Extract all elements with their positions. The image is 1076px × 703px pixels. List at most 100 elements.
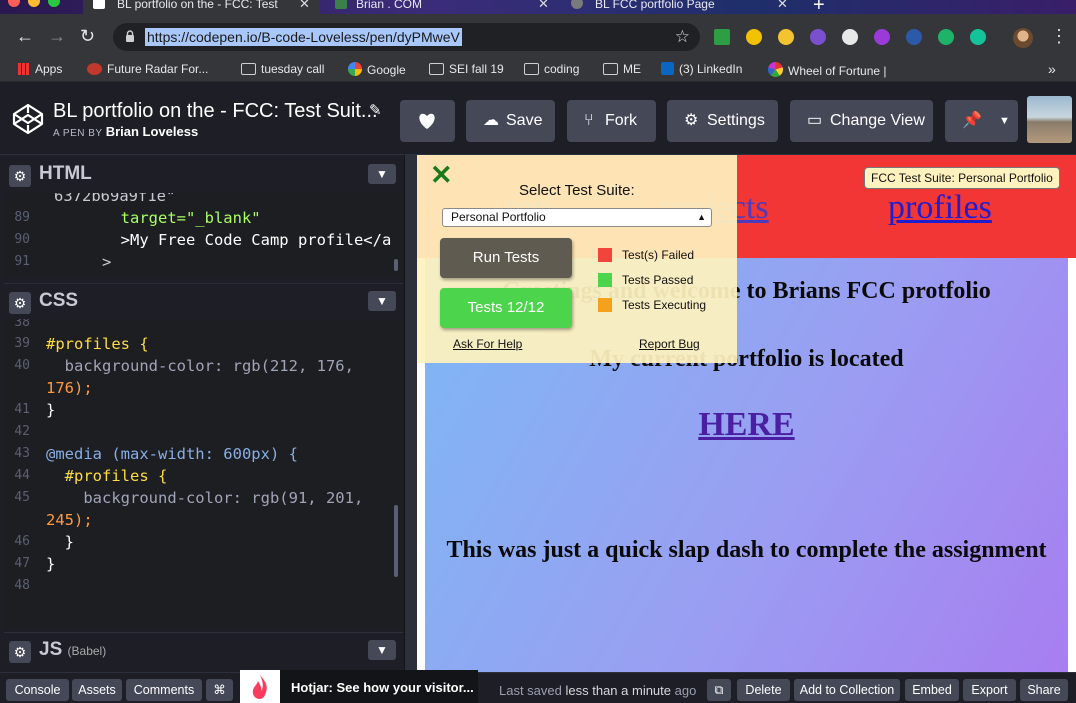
comments-button[interactable]: Comments (126, 679, 202, 701)
extension-circle-icon[interactable] (810, 29, 826, 45)
user-avatar[interactable] (1027, 96, 1072, 143)
chevron-down-icon[interactable]: ▼ (999, 100, 1010, 142)
hotjar-ad-text: Hotjar: See how your visitor... (291, 680, 474, 695)
change-view-button-label: Change View (830, 112, 925, 129)
embed-button[interactable]: Embed (905, 679, 959, 701)
profile-avatar[interactable] (1013, 28, 1033, 48)
extension-g-icon[interactable] (874, 29, 890, 45)
bookmark-tuesday-call[interactable]: tuesday call (241, 62, 324, 76)
bookmark-coding[interactable]: coding (524, 62, 579, 76)
codepen-header: BL portfolio on the - FCC: Test Suit... … (0, 83, 1076, 155)
open-external-icon[interactable]: ⧉ (707, 679, 731, 701)
fcc-test-suite-panel: ✕ Select Test Suite: Personal Portfolio … (417, 155, 737, 363)
assets-button[interactable]: Assets (72, 679, 122, 701)
css-code-editor[interactable]: 38 39 #profiles { 40 background-color: rg… (4, 319, 403, 629)
bookmark-star-icon[interactable]: ☆ (675, 27, 690, 47)
bookmark-me[interactable]: ME (603, 62, 641, 76)
html-code-editor[interactable]: 6372b69a9f1e" 89 target="_blank" 90 >My … (4, 193, 403, 277)
last-saved-status: Last saved less than a minute ago (499, 683, 697, 698)
close-tab-icon[interactable]: ✕ (538, 0, 549, 10)
screen: { "browser": { "tabs": [ {"title": "BL p… (0, 0, 1076, 703)
maximize-window-icon[interactable] (48, 0, 60, 7)
cloud-icon: ☁ (483, 112, 499, 129)
pin-menu-button[interactable]: 📌 ▼ (945, 100, 1018, 142)
forward-arrow-icon[interactable]: → (48, 26, 66, 46)
gear-icon: ⚙ (684, 112, 699, 129)
portfolio-here-link[interactable]: HERE (425, 406, 1068, 444)
extension-leaf-icon[interactable] (938, 29, 954, 45)
fork-button[interactable]: ⑂ Fork (567, 100, 656, 142)
codepen-footer: Console Assets Comments ⌘ Hotjar: See ho… (0, 670, 1076, 703)
back-arrow-icon[interactable]: ← (16, 26, 34, 46)
new-tab-plus-icon[interactable]: + (813, 0, 825, 14)
css-settings-gear-icon[interactable]: ⚙ (9, 292, 31, 314)
export-button[interactable]: Export (963, 679, 1016, 701)
preview-iframe: projects profiles top Greetings and welc… (417, 155, 1076, 672)
fork-button-label: Fork (605, 112, 637, 129)
html-scrollbar[interactable] (394, 259, 398, 271)
page-favicon-icon (335, 0, 347, 9)
more-bookmarks-chevron-icon[interactable]: » (1048, 62, 1056, 76)
save-button[interactable]: ☁ Save (466, 100, 555, 142)
css-scrollbar[interactable] (394, 505, 398, 577)
editor-resize-handle[interactable] (404, 155, 417, 672)
add-to-collection-button[interactable]: Add to Collection (794, 679, 900, 701)
google-icon (348, 62, 362, 76)
keyboard-shortcuts-button[interactable]: ⌘ (206, 679, 233, 701)
bookmark-apps[interactable]: Apps (18, 62, 62, 76)
edit-title-pencil-icon[interactable]: ✎ (369, 101, 382, 119)
nav-link-profiles[interactable]: profiles (888, 189, 992, 227)
browser-tab[interactable]: Brian . COM ✕ (325, 0, 557, 14)
pin-icon: 📌 (962, 112, 982, 129)
console-button[interactable]: Console (6, 679, 69, 701)
extension-brackets-icon[interactable] (842, 29, 858, 45)
tests-result-button[interactable]: Tests 12/12 (440, 288, 572, 328)
close-test-suite-icon[interactable]: ✕ (430, 160, 453, 190)
browser-tab-active[interactable]: BL portfolio on the - FCC: Test ✕ (83, 0, 320, 14)
test-suite-select[interactable]: Personal Portfolio ▲ (442, 208, 712, 227)
url-text[interactable]: https://codepen.io/B-code-Loveless/pen/d… (145, 28, 462, 46)
assignment-note: This was just a quick slap dash to compl… (446, 537, 1047, 563)
hotjar-ad[interactable]: Hotjar: See how your visitor... (240, 670, 478, 703)
extension-react-icon[interactable] (906, 29, 922, 45)
js-settings-gear-icon[interactable]: ⚙ (9, 641, 31, 663)
delete-button[interactable]: Delete (737, 679, 790, 701)
codepen-logo-icon[interactable] (12, 103, 44, 135)
js-pane-chevron-down-icon[interactable]: ▼ (368, 640, 396, 660)
pen-title[interactable]: BL portfolio on the - FCC: Test Suit... (53, 100, 378, 123)
bookmark-sei-fall-19[interactable]: SEI fall 19 (429, 62, 504, 76)
close-tab-icon[interactable]: ✕ (299, 0, 310, 10)
extension-search-icon[interactable] (746, 29, 762, 45)
report-bug-link[interactable]: Report Bug (639, 337, 700, 351)
tab-title: BL portfolio on the - FCC: Test (117, 0, 278, 11)
settings-button[interactable]: ⚙ Settings (667, 100, 778, 142)
browser-tab[interactable]: BL FCC portfolio Page ✕ (563, 0, 795, 14)
browser-menu-icon[interactable]: ⋮ (1050, 26, 1068, 47)
share-button[interactable]: Share (1020, 679, 1068, 701)
author-link[interactable]: Brian Loveless (106, 124, 199, 139)
wheel-icon (768, 62, 783, 77)
reload-icon[interactable]: ↻ (80, 26, 95, 46)
address-bar[interactable]: https://codepen.io/B-code-Loveless/pen/d… (113, 23, 700, 51)
bookmark-google[interactable]: Google (348, 62, 406, 77)
bookmark-linkedin[interactable]: (3) LinkedIn (661, 62, 742, 76)
extension-check-icon[interactable] (714, 29, 730, 45)
html-pane-chevron-down-icon[interactable]: ▼ (368, 164, 396, 184)
extension-grammarly-icon[interactable] (970, 29, 986, 45)
ask-for-help-link[interactable]: Ask For Help (453, 337, 522, 351)
folder-icon (429, 63, 444, 75)
bookmark-wheel-of-fortune[interactable]: Wheel of Fortune | (768, 62, 887, 78)
close-window-icon[interactable] (8, 0, 20, 7)
css-pane-chevron-down-icon[interactable]: ▼ (368, 291, 396, 311)
minimize-window-icon[interactable] (28, 0, 40, 7)
bookmark-future-radar[interactable]: Future Radar For... (87, 62, 208, 76)
fcc-suite-badge[interactable]: FCC Test Suite: Personal Portfolio (864, 167, 1060, 189)
close-tab-icon[interactable]: ✕ (777, 0, 788, 10)
change-view-button[interactable]: ▭ Change View (790, 100, 933, 142)
extension-home-icon[interactable] (778, 29, 794, 45)
html-settings-gear-icon[interactable]: ⚙ (9, 165, 31, 187)
css-pane-title: CSS (39, 290, 79, 311)
layout-window-icon: ▭ (807, 112, 823, 129)
run-tests-button[interactable]: Run Tests (440, 238, 572, 278)
love-button[interactable] (400, 100, 455, 142)
